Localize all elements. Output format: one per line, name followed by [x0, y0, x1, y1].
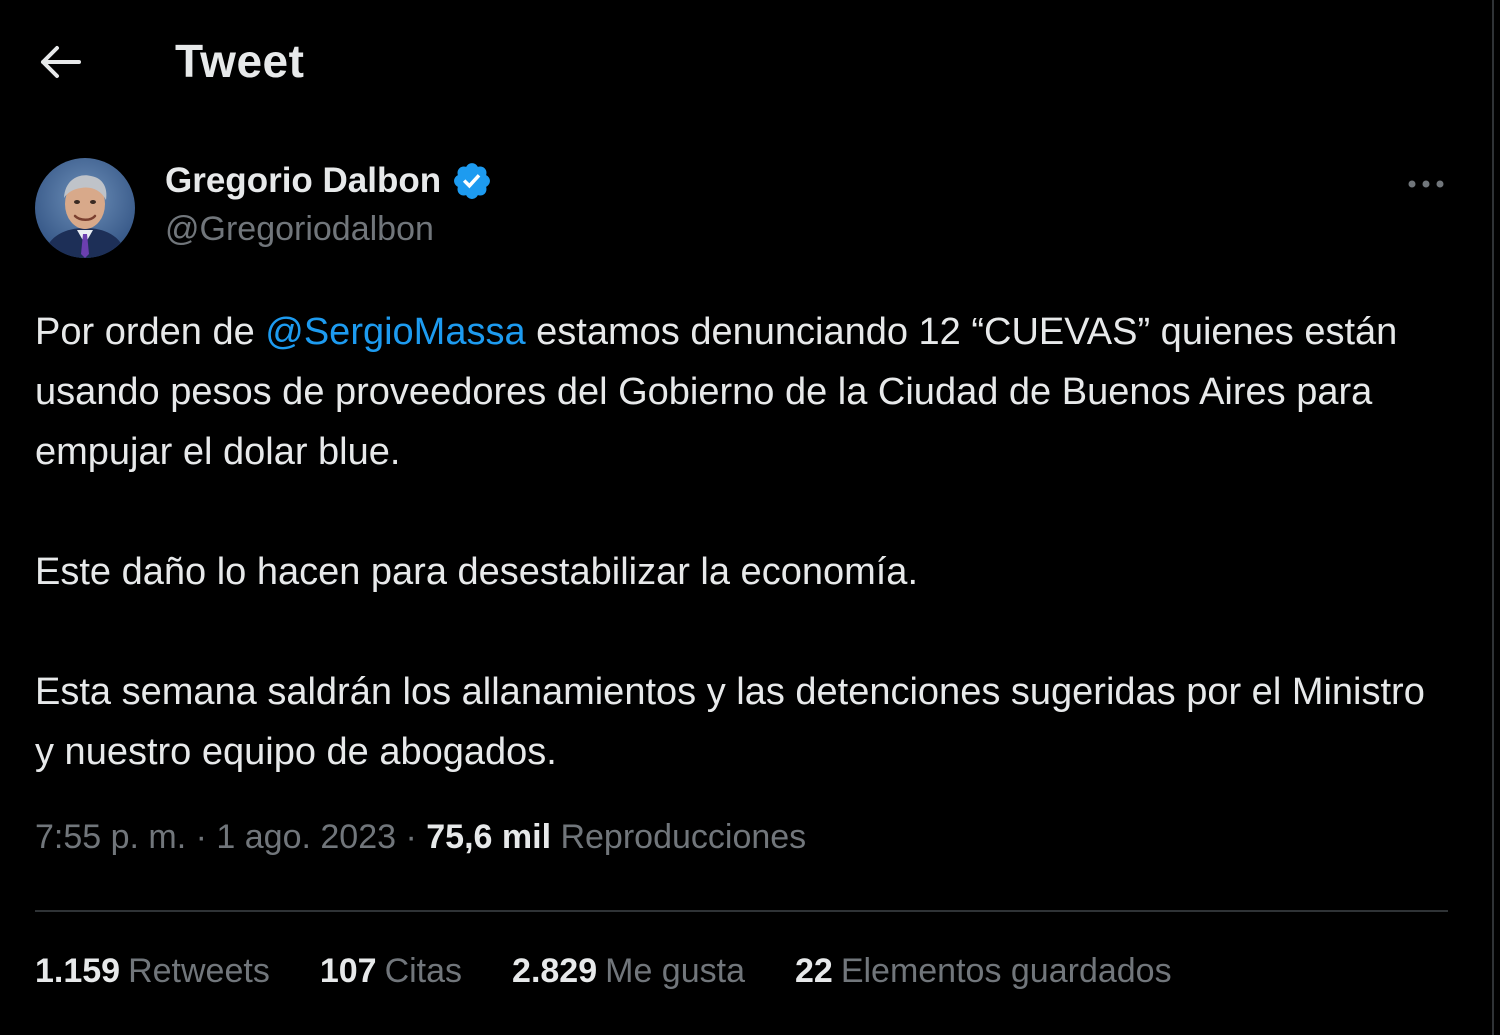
- bookmarks-label: Elementos guardados: [840, 952, 1172, 990]
- retweets-stat[interactable]: 1.159 Retweets: [35, 952, 270, 1002]
- avatar-image: [35, 158, 135, 258]
- bookmarks-stat[interactable]: 22 Elementos guardados: [795, 952, 1172, 1002]
- tweet-date[interactable]: 1 ago. 2023: [216, 818, 396, 856]
- bookmarks-count: 22: [794, 952, 833, 990]
- tweet-meta: 7:55 p. m. · 1 ago. 2023 · 75,6 mil Repr…: [35, 818, 806, 857]
- meta-separator: ·: [396, 818, 427, 856]
- author-handle[interactable]: @Gregoriodalbon: [165, 210, 434, 249]
- likes-label: Me gusta: [605, 952, 745, 990]
- header: Tweet: [0, 0, 1480, 124]
- arrow-left-icon: [41, 46, 81, 78]
- more-horizontal-icon: [1408, 180, 1444, 188]
- page-title: Tweet: [175, 35, 305, 87]
- tweet-text: Por orden de @SergioMassa estamos denunc…: [35, 302, 1445, 782]
- tweet-paragraph: Este daño lo hacen para desestabilizar l…: [35, 551, 918, 593]
- likes-stat[interactable]: 2.829 Me gusta: [512, 952, 745, 1002]
- engagement-stats: 1.159 Retweets 107 Citas 2.829 Me gusta 22 E…: [35, 952, 1222, 1002]
- views-count: 75,6 mil: [426, 818, 552, 856]
- tweet-text-segment: Por orden de: [35, 311, 266, 353]
- retweets-label: Retweets: [128, 952, 270, 990]
- divider: [35, 910, 1448, 912]
- scrollbar-edge: [1492, 0, 1494, 1035]
- quotes-count: 107: [319, 952, 377, 990]
- tweet-paragraph: Esta semana saldrán los allanamientos y …: [35, 671, 1425, 773]
- verified-badge-icon: [454, 163, 491, 199]
- mention-link[interactable]: @SergioMassa: [265, 311, 525, 353]
- more-options-button[interactable]: [1400, 166, 1452, 202]
- author-name-text: Gregorio Dalbon: [165, 161, 442, 200]
- avatar[interactable]: [35, 158, 135, 258]
- likes-count: 2.829: [512, 952, 598, 990]
- meta-separator: ·: [186, 818, 217, 856]
- author-name[interactable]: Gregorio Dalbon: [165, 160, 493, 202]
- quotes-label: Citas: [384, 952, 463, 990]
- retweets-count: 1.159: [35, 952, 121, 990]
- tweet-paragraph: Por orden de @SergioMassa estamos denunc…: [35, 302, 1445, 482]
- tweet-time[interactable]: 7:55 p. m.: [35, 818, 186, 856]
- tweet-page: Tweet Gregorio Dalbon @Gregoriodalbon Po…: [0, 0, 1500, 1035]
- quotes-stat[interactable]: 107 Citas: [320, 952, 462, 1002]
- back-button[interactable]: [30, 36, 90, 88]
- views-label: Reproducciones: [560, 818, 807, 856]
